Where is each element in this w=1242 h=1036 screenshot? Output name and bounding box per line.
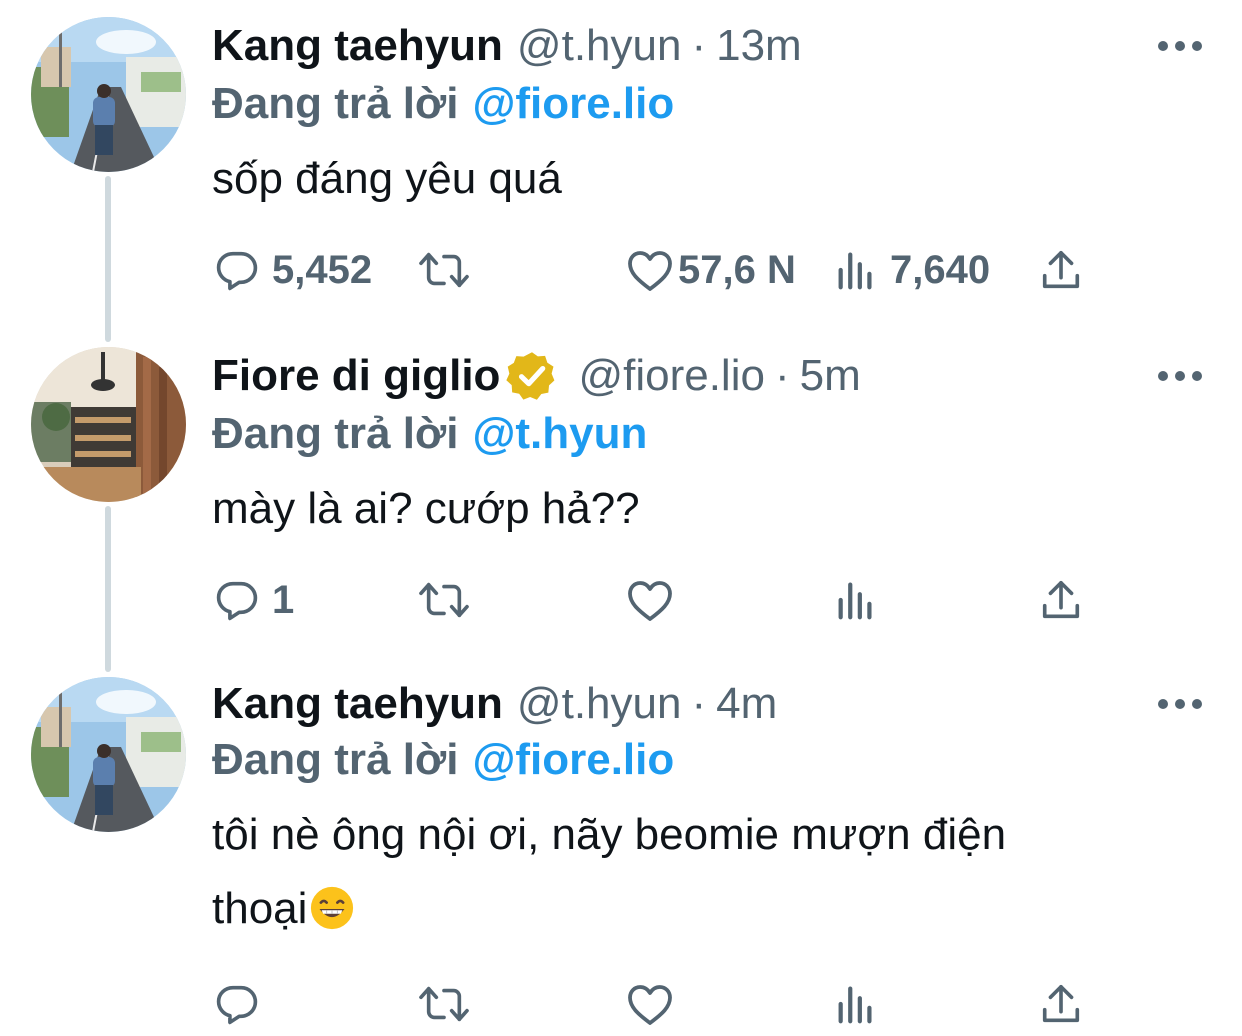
timestamp[interactable]: 4m [716, 679, 777, 729]
replying-to: Đang trả lời @t.hyun [212, 406, 647, 462]
replying-to-label: Đang trả lời [212, 79, 459, 128]
replying-to-label: Đang trả lời [212, 409, 459, 458]
separator-dot: · [774, 351, 790, 400]
share-button[interactable] [1038, 240, 1084, 300]
action-bar: 1 [0, 570, 1242, 630]
more-icon[interactable] [1158, 698, 1202, 710]
retweet-icon [419, 582, 469, 618]
retweet-button[interactable] [416, 974, 472, 1034]
timestamp[interactable]: 5m [800, 351, 861, 401]
timestamp[interactable]: 13m [716, 21, 802, 71]
username[interactable]: @t.hyun [517, 679, 682, 729]
tweet[interactable]: Kang taehyun @t.hyun · 4m Đang trả lời @… [0, 660, 1242, 1036]
view-count: 7,640 [890, 247, 991, 292]
tweet-text: tôi nè ông nội ơi, nãy beomie mượn điện … [212, 798, 1172, 946]
share-button[interactable] [1038, 570, 1084, 630]
mention-link[interactable]: @fiore.lio [472, 735, 674, 785]
replying-to: Đang trả lời @fiore.lio [212, 732, 674, 788]
more-icon[interactable] [1158, 40, 1202, 52]
mention-link[interactable]: @fiore.lio [472, 79, 674, 129]
avatar[interactable] [31, 347, 186, 502]
tweet-text-line: thoại [212, 872, 1172, 946]
like-count: 57,6 N [678, 247, 796, 292]
views-button[interactable] [834, 974, 878, 1034]
street-photo-avatar [31, 17, 186, 172]
retweet-button[interactable] [416, 240, 472, 300]
separator-dot: · [691, 21, 707, 70]
share-button[interactable] [1038, 974, 1084, 1034]
separator-dot: · [691, 679, 707, 728]
grinning-face-emoji [309, 880, 355, 930]
retweet-button[interactable] [416, 570, 472, 630]
reply-count: 5,452 [272, 247, 373, 292]
reply-icon [216, 985, 258, 1025]
views-button[interactable]: 7,640 [834, 240, 990, 300]
share-icon [1042, 250, 1080, 289]
tweet-text: mày là ai? cướp hả?? [212, 484, 640, 533]
reply-button[interactable] [214, 974, 260, 1034]
tweet-text-line: tôi nè ông nội ơi, nãy beomie mượn điện [212, 810, 1007, 859]
reply-icon [216, 251, 258, 291]
avatar[interactable] [31, 677, 186, 832]
street-photo-avatar [31, 677, 186, 832]
tweet[interactable]: Fiore di giglio @fiore.lio · 5m Đang trả… [0, 330, 1242, 660]
action-bar [0, 974, 1242, 1034]
replying-to-label: Đang trả lời [212, 735, 459, 784]
views-icon [838, 986, 872, 1024]
tweet-header: Fiore di giglio @fiore.lio · 5m [212, 348, 861, 404]
verified-badge-icon[interactable] [504, 348, 560, 404]
display-name[interactable]: Fiore di giglio [212, 351, 500, 401]
like-button[interactable]: 57,6 N [626, 240, 796, 300]
username[interactable]: @t.hyun [517, 21, 682, 71]
retweet-icon [419, 986, 469, 1022]
like-button[interactable] [626, 974, 674, 1034]
views-icon [838, 252, 872, 290]
like-icon [628, 581, 672, 621]
like-icon [628, 985, 672, 1025]
views-icon [838, 582, 872, 620]
reply-count: 1 [272, 577, 295, 622]
avatar[interactable] [31, 17, 186, 172]
action-bar: 5,452 57,6 N 7,640 [0, 240, 1242, 300]
tweet[interactable]: Kang taehyun @t.hyun · 13m Đang trả lời … [0, 0, 1242, 330]
reply-button[interactable]: 1 [214, 570, 294, 630]
display-name[interactable]: Kang taehyun [212, 21, 503, 71]
share-icon [1042, 984, 1080, 1023]
tweet-text-fragment: thoại [212, 884, 308, 933]
reply-icon [216, 581, 258, 621]
more-icon[interactable] [1158, 370, 1202, 382]
share-icon [1042, 580, 1080, 619]
display-name[interactable]: Kang taehyun [212, 679, 503, 729]
cafe-interior-avatar [31, 347, 186, 502]
tweet-text: sốp đáng yêu quá [212, 154, 562, 203]
reply-button[interactable]: 5,452 [214, 240, 372, 300]
retweet-icon [419, 252, 469, 288]
replying-to: Đang trả lời @fiore.lio [212, 76, 674, 132]
views-button[interactable] [834, 570, 878, 630]
tweet-header: Kang taehyun @t.hyun · 13m [212, 18, 802, 74]
like-button[interactable] [626, 570, 674, 630]
tweet-header: Kang taehyun @t.hyun · 4m [212, 676, 777, 732]
mention-link[interactable]: @t.hyun [472, 409, 647, 459]
like-icon [628, 251, 672, 291]
username[interactable]: @fiore.lio [578, 351, 765, 401]
